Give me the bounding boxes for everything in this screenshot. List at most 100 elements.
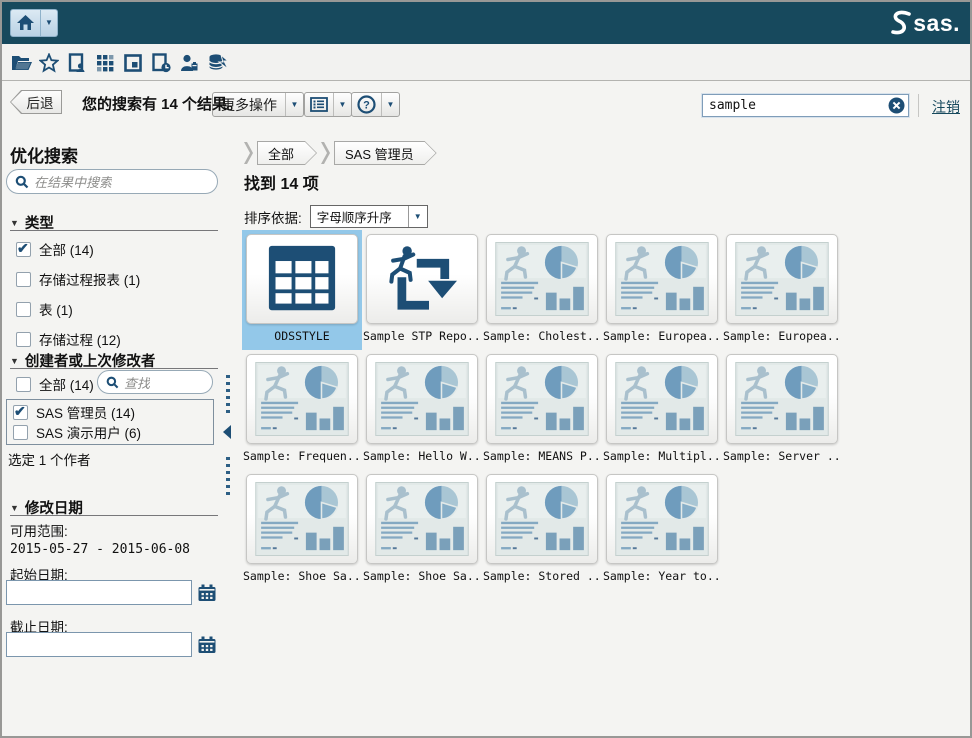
- search-icon: [106, 376, 119, 389]
- result-tile-icon: [615, 482, 709, 556]
- result-tile-card: [366, 474, 478, 564]
- result-tile[interactable]: Sample: MEANS P...: [482, 350, 602, 470]
- result-tile[interactable]: Sample: Hello W...: [362, 350, 482, 470]
- home-dropdown-arrow[interactable]: ▼: [41, 9, 58, 37]
- result-tile-label: Sample: Hello W...: [362, 449, 482, 463]
- section-divider: [10, 515, 218, 516]
- toolbar-icon-group: [10, 52, 228, 74]
- checkbox[interactable]: [13, 405, 28, 420]
- creator-all-checkbox-row[interactable]: 全部 (14): [16, 374, 94, 394]
- breadcrumb-chevron-icon: [244, 142, 253, 164]
- available-range-label: 可用范围:: [10, 520, 68, 540]
- results-search-box[interactable]: 在结果中搜索: [6, 169, 218, 194]
- collapse-triangle-icon: ▼: [10, 356, 19, 366]
- sas-swirl-icon: [887, 9, 913, 37]
- checkbox-label: 全部 (14): [39, 239, 94, 259]
- result-tile-label: Sample: Multipl...: [602, 449, 722, 463]
- checkbox-label: 存储过程 (12): [39, 329, 121, 349]
- back-button[interactable]: 后退: [10, 90, 62, 114]
- sort-order-dropdown[interactable]: 字母顺序升序 ▼: [310, 205, 428, 228]
- result-tile-card: [606, 474, 718, 564]
- result-tile-card: [366, 354, 478, 444]
- checkbox-label: 全部 (14): [39, 374, 94, 394]
- result-tile[interactable]: Sample: Year to...: [602, 470, 722, 590]
- author-list: SAS 管理员 (14) SAS 演示用户 (6): [6, 399, 214, 445]
- calendar-icon[interactable]: [197, 635, 217, 655]
- result-tile[interactable]: ODSSTYLE: [242, 230, 362, 350]
- result-tile-label: Sample: Europea...: [722, 329, 842, 343]
- result-tile-card: [246, 474, 358, 564]
- result-tile-card: [606, 354, 718, 444]
- home-icon: [17, 15, 34, 31]
- back-button-label: 后退: [11, 91, 61, 113]
- checkbox[interactable]: [16, 242, 31, 257]
- favorites-star-icon[interactable]: [38, 52, 60, 74]
- filter-option[interactable]: 存储过程 (12): [16, 329, 140, 349]
- breadcrumb-chevron-icon: [321, 142, 330, 164]
- applications-grid-icon[interactable]: [94, 52, 116, 74]
- result-tile-label: ODSSTYLE: [242, 329, 362, 343]
- filter-option[interactable]: SAS 演示用户 (6): [13, 422, 207, 442]
- checkbox[interactable]: [16, 272, 31, 287]
- open-folder-icon[interactable]: [10, 52, 32, 74]
- result-tile[interactable]: Sample: Europea...: [722, 230, 842, 350]
- start-date-input[interactable]: [6, 580, 192, 605]
- checkbox[interactable]: [16, 332, 31, 347]
- splitter-grip: [226, 457, 230, 495]
- search-icon: [15, 175, 29, 189]
- result-tile-label: Sample: MEANS P...: [482, 449, 602, 463]
- result-bar: 后退 您的搜索有 14 个结果。: [2, 81, 970, 121]
- result-tile[interactable]: Sample STP Repo...: [362, 230, 482, 350]
- chevron-down-icon: ▼: [45, 19, 53, 27]
- sas-logo: sas.: [887, 9, 960, 37]
- result-tile-card: [486, 354, 598, 444]
- checkbox[interactable]: [13, 425, 28, 440]
- checkbox-label: 存储过程报表 (1): [39, 269, 140, 289]
- history-document-icon[interactable]: [150, 52, 172, 74]
- result-tile[interactable]: Sample: Frequen...: [242, 350, 362, 470]
- result-tile[interactable]: Sample: Europea...: [602, 230, 722, 350]
- filter-option[interactable]: 全部 (14): [16, 239, 140, 259]
- author-find-placeholder: 查找: [124, 373, 150, 392]
- author-find-box[interactable]: 查找: [97, 370, 213, 394]
- user-icon[interactable]: [178, 52, 200, 74]
- breadcrumb-item[interactable]: 全部: [257, 141, 317, 165]
- home-split-button[interactable]: ▼: [10, 9, 58, 37]
- checkbox[interactable]: [16, 377, 31, 392]
- result-tile[interactable]: Sample: Stored ...: [482, 470, 602, 590]
- result-tile[interactable]: Sample: Multipl...: [602, 350, 722, 470]
- checkbox[interactable]: [16, 302, 31, 317]
- data-sources-icon[interactable]: [206, 52, 228, 74]
- refine-search-title: 优化搜索: [10, 142, 78, 167]
- section-divider: [10, 230, 218, 231]
- result-tile-card: [726, 354, 838, 444]
- result-tile[interactable]: Sample: Shoe Sa...: [362, 470, 482, 590]
- filter-option[interactable]: SAS 管理员 (14): [13, 402, 207, 422]
- application-window-icon[interactable]: [122, 52, 144, 74]
- breadcrumb-label: 全部: [258, 142, 316, 164]
- collapse-panel-arrow-icon[interactable]: [223, 425, 231, 439]
- calendar-icon[interactable]: [197, 583, 217, 603]
- report-document-icon[interactable]: [66, 52, 88, 74]
- result-tile-label: Sample: Cholest...: [482, 329, 602, 343]
- checkbox-label: SAS 演示用户 (6): [36, 422, 141, 442]
- breadcrumb-item[interactable]: SAS 管理员: [334, 141, 437, 165]
- filter-option[interactable]: 表 (1): [16, 299, 140, 319]
- selected-authors-note: 选定 1 个作者: [8, 449, 91, 469]
- result-tile[interactable]: Sample: Cholest...: [482, 230, 602, 350]
- results-grid: ODSSTYLE Sample STP Repo... Sample: Chol…: [242, 230, 842, 590]
- result-tile-card: [366, 234, 478, 324]
- result-tile[interactable]: Sample: Shoe Sa...: [242, 470, 362, 590]
- result-tile-card: [486, 474, 598, 564]
- result-tile-label: Sample: Shoe Sa...: [362, 569, 482, 583]
- filter-option[interactable]: 存储过程报表 (1): [16, 269, 140, 289]
- result-tile-icon: [735, 362, 829, 436]
- result-tile[interactable]: Sample: Server ...: [722, 350, 842, 470]
- home-button[interactable]: [10, 9, 41, 37]
- result-tile-icon: [615, 362, 709, 436]
- panel-splitter[interactable]: [223, 375, 233, 495]
- end-date-input[interactable]: [6, 632, 192, 657]
- application-window: ▼ sas.: [0, 0, 972, 738]
- result-tile-card: [606, 234, 718, 324]
- result-tile-card: [486, 234, 598, 324]
